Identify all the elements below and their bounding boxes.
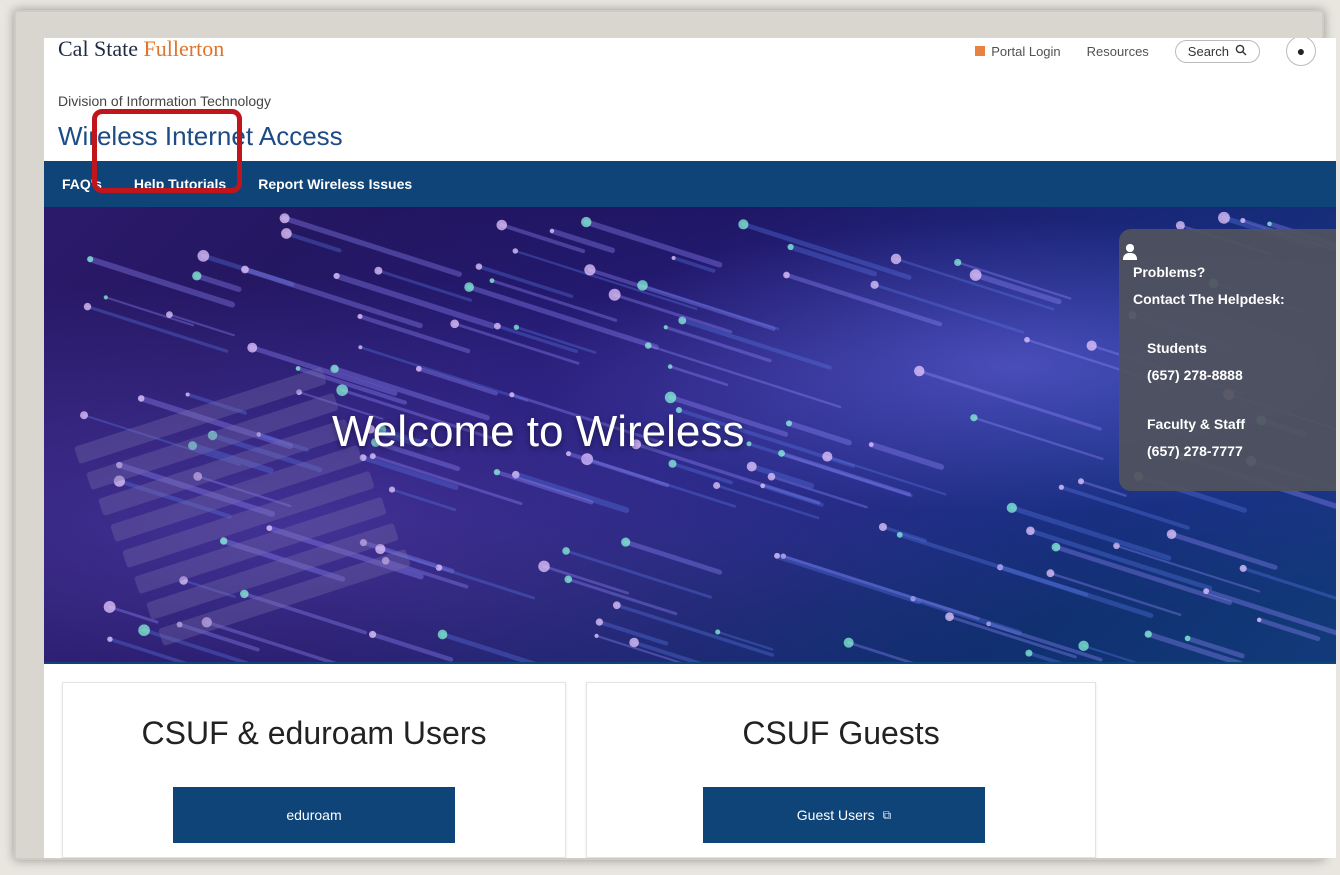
helpdesk-heading-1: Problems? [1133,264,1206,280]
top-bar: Cal State Fullerton Portal Login Resourc… [44,38,1336,78]
hero-banner: Welcome to Wireless Problems? Contact Th… [44,207,1336,662]
nav-item-report-wireless-issues[interactable]: Report Wireless Issues [242,176,428,192]
helpdesk-heading-2: Contact The Helpdesk: [1133,291,1285,307]
card-title: CSUF & eduroam Users [141,715,487,751]
logo-accent-text: Fullerton [143,38,225,58]
faculty-phone[interactable]: (657) 278-7777 [1147,438,1245,465]
utility-links: Portal Login Resources Search ● [975,38,1316,66]
search-icon [1235,44,1247,59]
division-name: Division of Information Technology [58,93,271,109]
external-link-icon: ⧉ [882,807,892,822]
helpdesk-students: Students (657) 278-8888 [1123,244,1336,389]
faculty-label: Faculty & Staff [1147,416,1246,432]
web-page: Cal State Fullerton Portal Login Resourc… [44,38,1336,858]
resources-link[interactable]: Resources [1087,44,1149,59]
students-label: Students [1147,340,1207,356]
menu-icon[interactable]: ● [1286,38,1316,66]
portal-login-link[interactable]: Portal Login [975,43,1061,59]
guest-users-button[interactable]: Guest Users ⧉ [703,787,985,843]
card-title: CSUF Guests [742,715,940,751]
main-nav: FAQ's Help Tutorials Report Wireless Iss… [44,161,1336,207]
helpdesk-panel: Problems? Contact The Helpdesk: Students… [1119,229,1336,491]
portal-login-label: Portal Login [991,43,1061,59]
guest-users-button-label: Guest Users [796,807,875,823]
card-csuf-eduroam: CSUF & eduroam Users eduroam [62,682,566,858]
university-logo[interactable]: Cal State Fullerton [58,38,224,58]
helpdesk-faculty: Faculty & Staff (657) 278-7777 [1123,244,1336,465]
site-title[interactable]: Wireless Internet Access [58,121,343,152]
portal-icon [975,46,986,56]
nav-item-faqs[interactable]: FAQ's [44,176,118,192]
search-button[interactable]: Search [1174,39,1260,63]
hero-title: Welcome to Wireless [332,407,745,456]
section-divider [44,662,1336,664]
eduroam-button-label: eduroam [286,807,342,823]
students-phone[interactable]: (657) 278-8888 [1147,362,1243,389]
eduroam-button[interactable]: eduroam [173,787,455,843]
nav-item-help-tutorials[interactable]: Help Tutorials [118,176,242,192]
logo-main-text: Cal State [58,38,144,58]
search-label: Search [1187,43,1229,59]
screenshot-frame: Cal State Fullerton Portal Login Resourc… [14,10,1336,860]
card-csuf-guests: CSUF Guests Guest Users ⧉ [586,682,1096,858]
